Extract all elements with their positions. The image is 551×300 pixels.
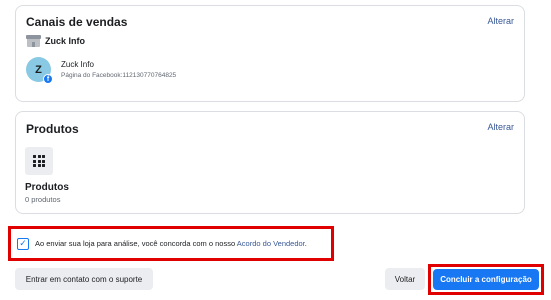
sales-channels-card: Canais de vendas Alterar Zuck Info Z f Z… — [15, 5, 525, 102]
products-title: Produtos — [26, 122, 79, 136]
finish-setup-button[interactable]: Concluir a configuração — [433, 269, 539, 290]
sales-channels-change-link[interactable]: Alterar — [487, 16, 514, 26]
agreement-text-suffix: . — [304, 239, 307, 248]
products-label: Produtos — [25, 182, 69, 193]
facebook-icon: f — [43, 74, 53, 84]
sales-channels-title: Canais de vendas — [26, 15, 128, 29]
page-id: Página do Facebook:112130770764825 — [61, 72, 177, 79]
seller-agreement-row: ✓ Ao enviar sua loja para análise, você … — [8, 226, 334, 261]
page-avatar: Z f — [26, 57, 53, 84]
shop-row: Zuck Info — [26, 35, 85, 47]
products-change-link[interactable]: Alterar — [487, 122, 514, 132]
agreement-text: Ao enviar sua loja para análise, você co… — [35, 239, 307, 248]
grid-icon — [25, 147, 53, 175]
agreement-text-body: Ao enviar sua loja para análise, você co… — [35, 239, 237, 248]
check-icon: ✓ — [19, 238, 27, 248]
back-button[interactable]: Voltar — [385, 268, 425, 290]
products-count: 0 produtos — [25, 195, 61, 204]
avatar-initial: Z — [35, 63, 42, 76]
facebook-page-row: Z f Zuck Info Página do Facebook:1121307… — [26, 57, 177, 84]
contact-support-button[interactable]: Entrar em contato com o suporte — [15, 268, 153, 290]
products-card: Produtos Alterar Produtos 0 produtos — [15, 111, 525, 214]
shop-icon — [26, 35, 41, 47]
page-name: Zuck Info — [61, 60, 94, 69]
seller-agreement-link[interactable]: Acordo do Vendedor — [237, 239, 305, 248]
shop-name: Zuck Info — [45, 36, 85, 46]
agreement-checkbox[interactable]: ✓ — [17, 237, 29, 250]
